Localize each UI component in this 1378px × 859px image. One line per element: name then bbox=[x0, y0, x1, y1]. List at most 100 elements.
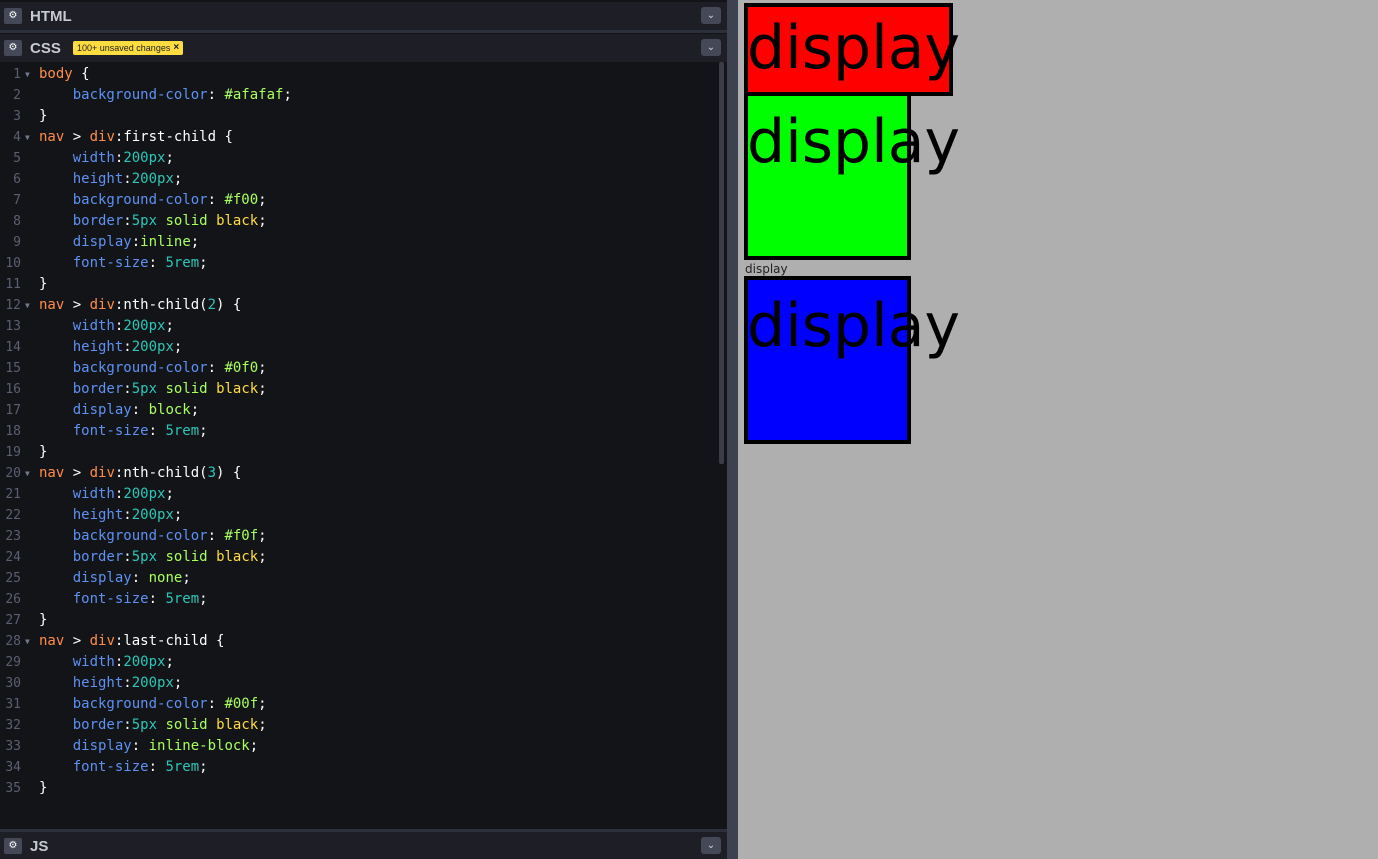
code-token: body bbox=[39, 66, 73, 82]
code-line[interactable]: 12 ▼ nav > div:nth-child(2) { bbox=[0, 295, 718, 316]
code-token: width bbox=[72, 486, 115, 502]
code-line[interactable]: 6 height:200px; bbox=[0, 169, 718, 190]
code-token: : bbox=[148, 255, 166, 271]
code-token: border bbox=[72, 717, 124, 733]
editor-scrollbar[interactable] bbox=[719, 62, 724, 464]
code-line[interactable]: 17 display: block; bbox=[0, 400, 718, 421]
code-line[interactable]: 7 background-color: #f00; bbox=[0, 190, 718, 211]
code-line[interactable]: 18 font-size: 5rem; bbox=[0, 421, 718, 442]
code-line[interactable]: 34 font-size: 5rem; bbox=[0, 757, 718, 778]
code-line[interactable]: 1 ▼ body { bbox=[0, 64, 718, 85]
code-token: } bbox=[39, 444, 48, 460]
code-token: font-size bbox=[72, 423, 149, 439]
code-line[interactable]: 30 height:200px; bbox=[0, 673, 718, 694]
code-text: nav > div:nth-child(2) { bbox=[39, 295, 241, 316]
code-line[interactable]: 29 width:200px; bbox=[0, 652, 718, 673]
code-token: } bbox=[39, 108, 48, 124]
gear-icon[interactable]: ⚙ bbox=[4, 8, 22, 24]
code-line[interactable]: 3} bbox=[0, 106, 718, 127]
line-number: 32 bbox=[5, 718, 21, 733]
code-line[interactable]: 27} bbox=[0, 610, 718, 631]
code-token: 200px bbox=[123, 318, 166, 334]
code-text: font-size: 5rem; bbox=[39, 589, 208, 610]
code-text: height:200px; bbox=[39, 673, 183, 694]
code-token: ; bbox=[258, 192, 267, 208]
code-token: block bbox=[148, 402, 191, 418]
close-icon[interactable]: × bbox=[173, 41, 179, 55]
code-line[interactable]: 31 background-color: #00f; bbox=[0, 694, 718, 715]
code-token: :nth-child( bbox=[114, 465, 208, 481]
code-token: 200px bbox=[123, 150, 166, 166]
code-line[interactable]: 2 background-color: #afafaf; bbox=[0, 85, 718, 106]
css-panel-header[interactable]: ⚙ CSS 100+ unsaved changes × ⌄ bbox=[0, 34, 727, 62]
line-number: 35 bbox=[5, 781, 21, 796]
code-text: background-color: #00f; bbox=[39, 694, 267, 715]
code-line[interactable]: 15 background-color: #0f0; bbox=[0, 358, 718, 379]
chevron-down-icon[interactable]: ⌄ bbox=[701, 7, 721, 24]
preview-plain-text: display bbox=[745, 262, 788, 276]
code-line[interactable]: 24 border:5px solid black; bbox=[0, 547, 718, 568]
js-panel-header[interactable]: ⚙ JS ⌄ bbox=[0, 832, 727, 859]
line-number: 12 bbox=[5, 298, 21, 313]
code-line[interactable]: 23 background-color: #f0f; bbox=[0, 526, 718, 547]
css-code-editor[interactable]: 1 ▼ body {2 background-color: #afafaf; 3} 4 ▼… bbox=[0, 64, 718, 824]
preview-box-blue-text: display bbox=[747, 291, 961, 361]
code-token: : bbox=[207, 696, 225, 712]
code-text: } bbox=[39, 778, 47, 799]
code-line[interactable]: 8 border:5px solid black; bbox=[0, 211, 718, 232]
code-token: font-size bbox=[72, 591, 149, 607]
code-token: 5rem bbox=[165, 423, 200, 439]
code-token: :first-child { bbox=[114, 129, 233, 145]
code-token: nav bbox=[39, 297, 65, 313]
code-token: ) { bbox=[216, 465, 242, 481]
code-line[interactable]: 19} bbox=[0, 442, 718, 463]
fold-arrow-icon[interactable]: ▼ bbox=[25, 295, 30, 316]
code-line[interactable]: 32 border:5px solid black; bbox=[0, 715, 718, 736]
code-text: border:5px solid black; bbox=[39, 211, 267, 232]
code-text: background-color: #0f0; bbox=[39, 358, 267, 379]
chevron-down-icon[interactable]: ⌄ bbox=[701, 39, 721, 56]
gear-icon[interactable]: ⚙ bbox=[4, 838, 22, 854]
code-line[interactable]: 11} bbox=[0, 274, 718, 295]
fold-arrow-icon[interactable]: ▼ bbox=[25, 463, 30, 484]
code-token: > bbox=[64, 129, 90, 145]
code-line[interactable]: 35} bbox=[0, 778, 718, 799]
code-line[interactable]: 20 ▼ nav > div:nth-child(3) { bbox=[0, 463, 718, 484]
chevron-down-icon[interactable]: ⌄ bbox=[701, 837, 721, 854]
code-line[interactable]: 13 width:200px; bbox=[0, 316, 718, 337]
code-line[interactable]: 5 width:200px; bbox=[0, 148, 718, 169]
code-token: #afafaf bbox=[224, 87, 284, 103]
code-line[interactable]: 21 width:200px; bbox=[0, 484, 718, 505]
gear-icon[interactable]: ⚙ bbox=[4, 40, 22, 56]
code-line[interactable]: 9 display:inline; bbox=[0, 232, 718, 253]
html-panel-header[interactable]: ⚙ HTML ⌄ bbox=[0, 2, 727, 30]
code-line[interactable]: 25 display: none; bbox=[0, 568, 718, 589]
fold-arrow-icon[interactable]: ▼ bbox=[25, 64, 30, 85]
code-token: > bbox=[64, 633, 90, 649]
code-token: > bbox=[64, 465, 90, 481]
code-line[interactable]: 10 font-size: 5rem; bbox=[0, 253, 718, 274]
code-line[interactable]: 26 font-size: 5rem; bbox=[0, 589, 718, 610]
code-text: } bbox=[39, 442, 47, 463]
fold-arrow-icon[interactable]: ▼ bbox=[25, 631, 30, 652]
code-line[interactable]: 14 height:200px; bbox=[0, 337, 718, 358]
editor-preview-resizer[interactable] bbox=[727, 0, 738, 859]
code-text: display:inline; bbox=[39, 232, 199, 253]
panel-resize-handle[interactable] bbox=[0, 30, 727, 33]
code-token: solid bbox=[165, 717, 208, 733]
unsaved-changes-badge[interactable]: 100+ unsaved changes × bbox=[73, 41, 184, 55]
code-token: border bbox=[72, 381, 124, 397]
code-line[interactable]: 28 ▼ nav > div:last-child { bbox=[0, 631, 718, 652]
fold-arrow-icon[interactable]: ▼ bbox=[25, 127, 30, 148]
code-text: font-size: 5rem; bbox=[39, 421, 208, 442]
code-line[interactable]: 16 border:5px solid black; bbox=[0, 379, 718, 400]
code-line[interactable]: 4 ▼ nav > div:first-child { bbox=[0, 127, 718, 148]
code-line[interactable]: 22 height:200px; bbox=[0, 505, 718, 526]
code-line[interactable]: 33 display: inline-block; bbox=[0, 736, 718, 757]
code-token: 200px bbox=[123, 486, 166, 502]
